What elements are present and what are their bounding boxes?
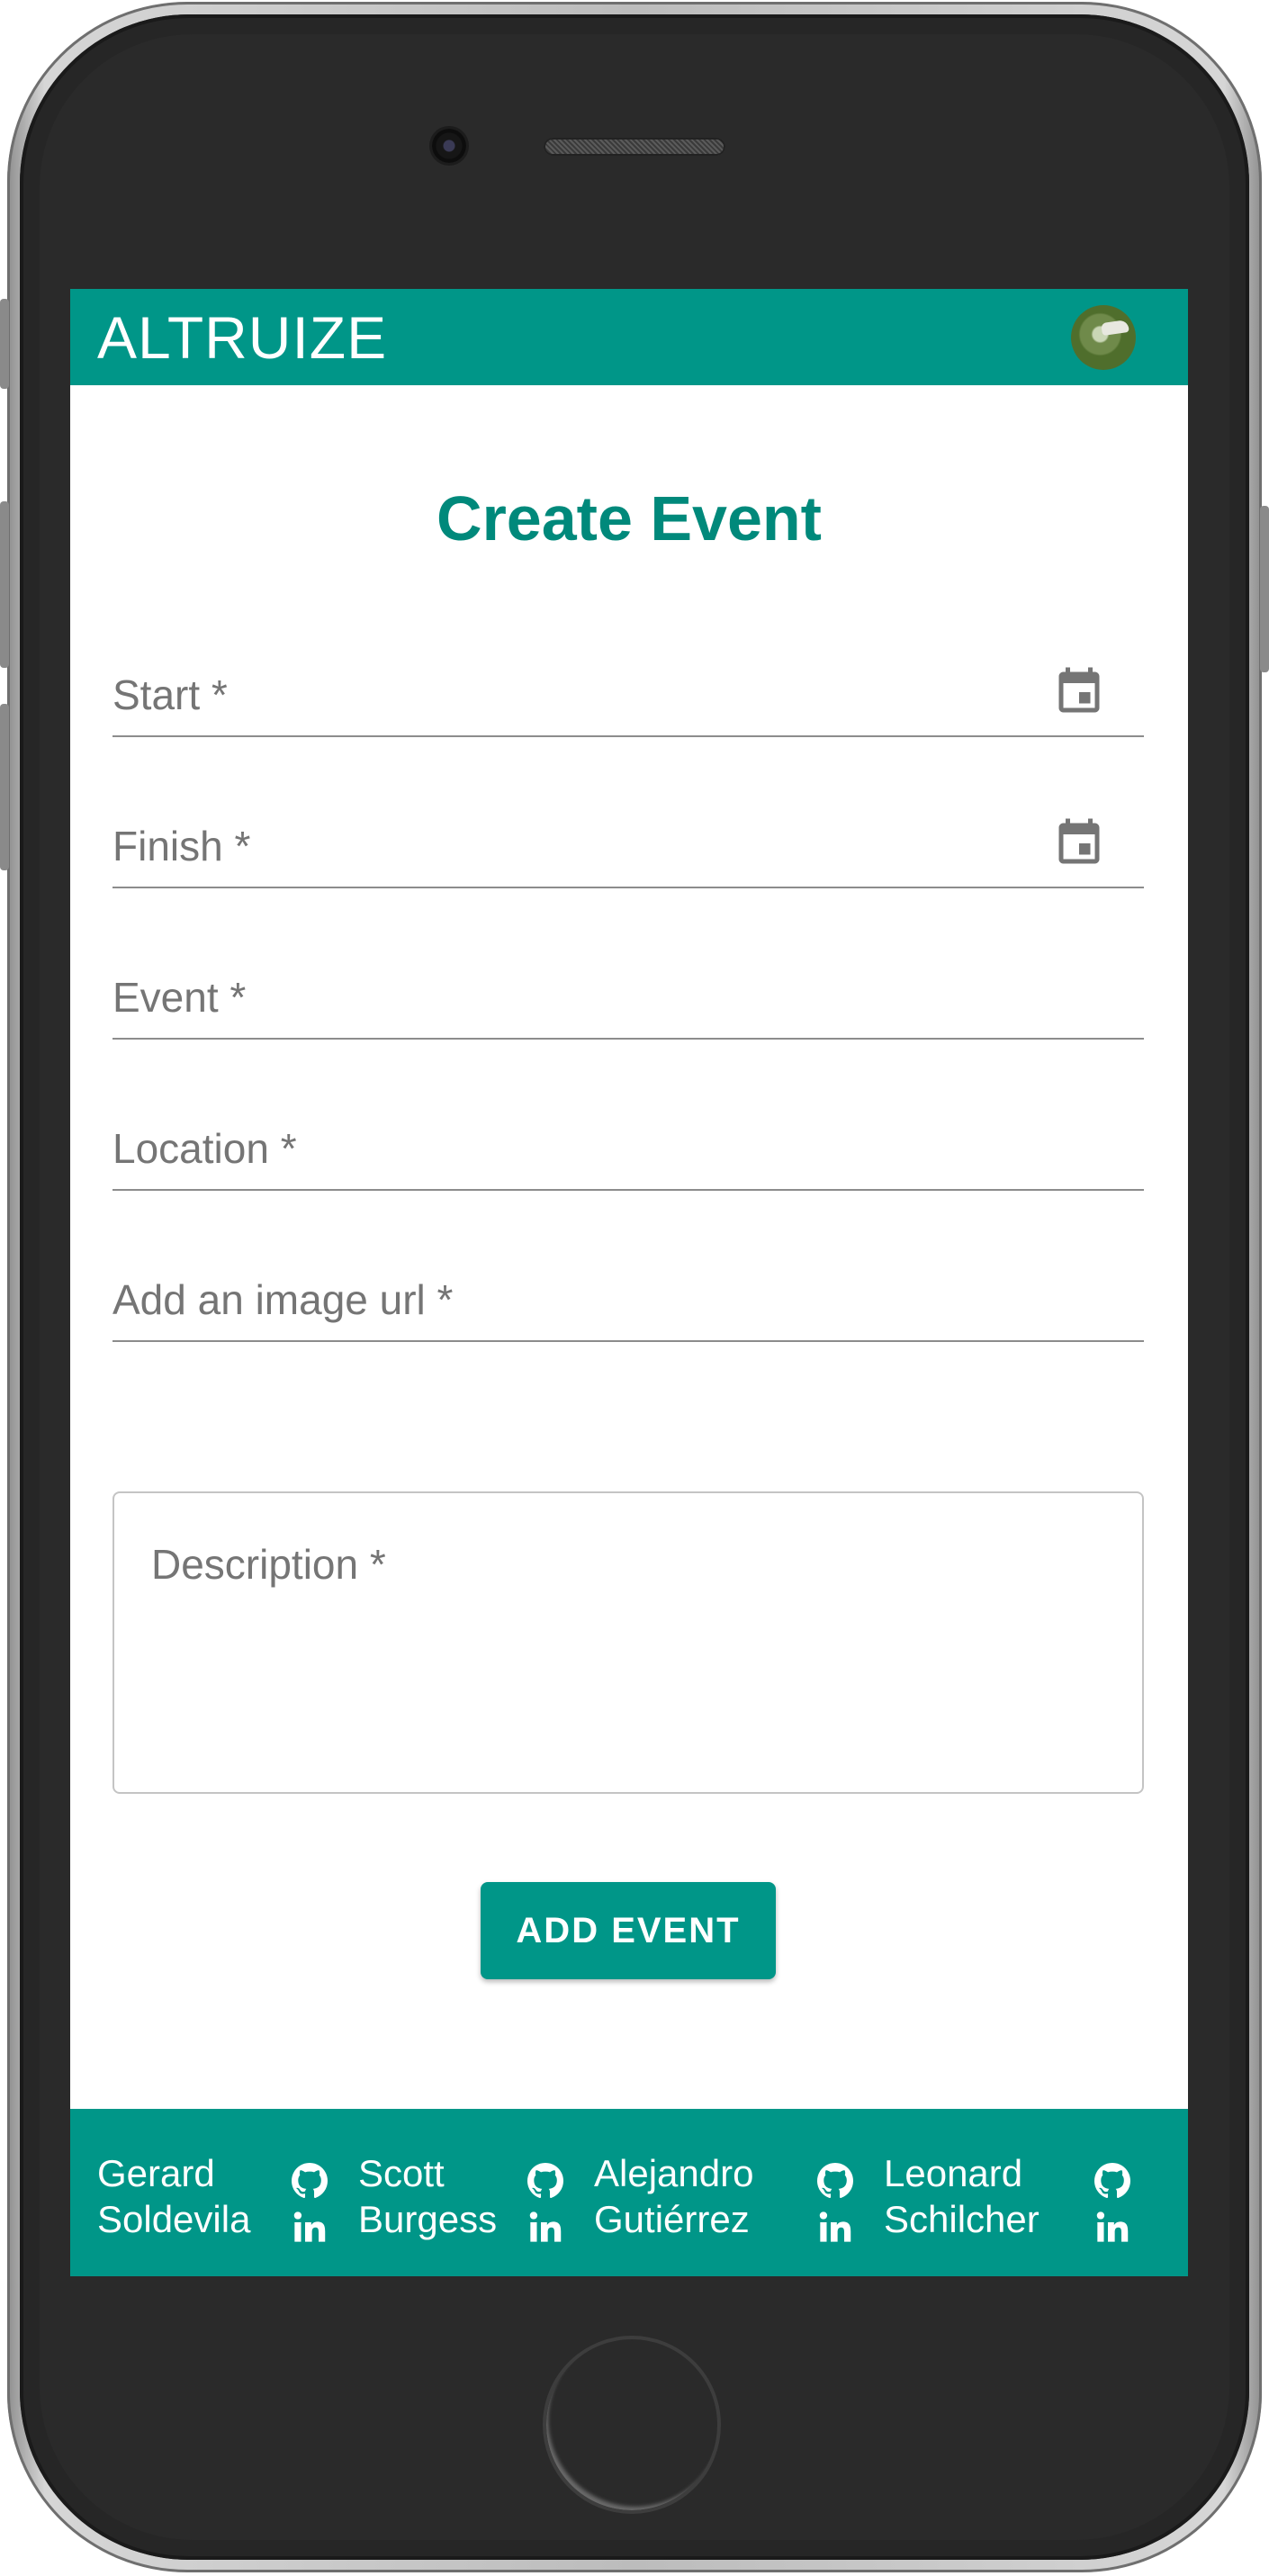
member-links — [817, 2163, 853, 2245]
member-last-name: Gutiérrez — [594, 2198, 750, 2240]
footer-member: Gerard Soldevila — [97, 2150, 250, 2242]
github-icon[interactable] — [817, 2163, 853, 2199]
github-icon[interactable] — [527, 2163, 563, 2199]
calendar-icon[interactable] — [1052, 815, 1106, 872]
member-last-name: Soldevila — [97, 2198, 251, 2240]
footer-member: Scott Burgess — [358, 2150, 497, 2242]
linkedin-icon[interactable] — [1094, 2209, 1130, 2245]
member-links — [527, 2163, 563, 2245]
member-links — [1094, 2163, 1130, 2245]
side-button — [0, 299, 9, 389]
member-last-name: Burgess — [358, 2198, 498, 2240]
app-bar: ALTRUIZE — [70, 289, 1188, 385]
location-label: Location * — [112, 1125, 297, 1172]
app-title[interactable]: ALTRUIZE — [97, 303, 387, 372]
linkedin-icon[interactable] — [527, 2209, 563, 2245]
image-url-field[interactable]: Add an image url * — [112, 1261, 1144, 1342]
event-name-field[interactable]: Event * — [112, 959, 1144, 1040]
speaker-grille — [544, 138, 725, 156]
finish-label: Finish * — [112, 823, 251, 869]
footer-member: Alejandro Gutiérrez — [594, 2150, 753, 2242]
github-icon[interactable] — [1094, 2163, 1130, 2199]
finish-field[interactable]: Finish * — [112, 807, 1144, 888]
github-icon[interactable] — [292, 2163, 328, 2199]
start-label: Start * — [112, 671, 228, 718]
event-label: Event * — [112, 974, 247, 1021]
description-textarea[interactable]: Description * — [112, 1491, 1144, 1794]
location-field[interactable]: Location * — [112, 1110, 1144, 1191]
footer: Gerard Soldevila Scott Burgess Alejandro… — [70, 2109, 1188, 2276]
calendar-icon[interactable] — [1052, 663, 1106, 721]
footer-member: Leonard Schilcher — [884, 2150, 1040, 2242]
image-url-label: Add an image url * — [112, 1276, 454, 1323]
home-button[interactable] — [543, 2336, 721, 2514]
volume-up-button — [0, 501, 9, 668]
add-event-button[interactable]: ADD EVENT — [481, 1882, 776, 1979]
member-last-name: Schilcher — [884, 2198, 1040, 2240]
app-screen: ALTRUIZE Create Event Start * Finish * E… — [70, 289, 1188, 2276]
linkedin-icon[interactable] — [292, 2209, 328, 2245]
member-first-name: Scott — [358, 2152, 445, 2194]
member-links — [292, 2163, 328, 2245]
page-title: Create Event — [436, 483, 822, 554]
volume-down-button — [0, 704, 9, 870]
member-first-name: Gerard — [97, 2152, 215, 2194]
camera-icon — [432, 129, 466, 163]
linkedin-icon[interactable] — [817, 2209, 853, 2245]
member-first-name: Leonard — [884, 2152, 1023, 2194]
power-button — [1260, 506, 1269, 672]
user-avatar[interactable] — [1071, 304, 1136, 370]
member-first-name: Alejandro — [594, 2152, 754, 2194]
start-field[interactable]: Start * — [112, 656, 1144, 737]
description-label: Description * — [151, 1541, 386, 1588]
